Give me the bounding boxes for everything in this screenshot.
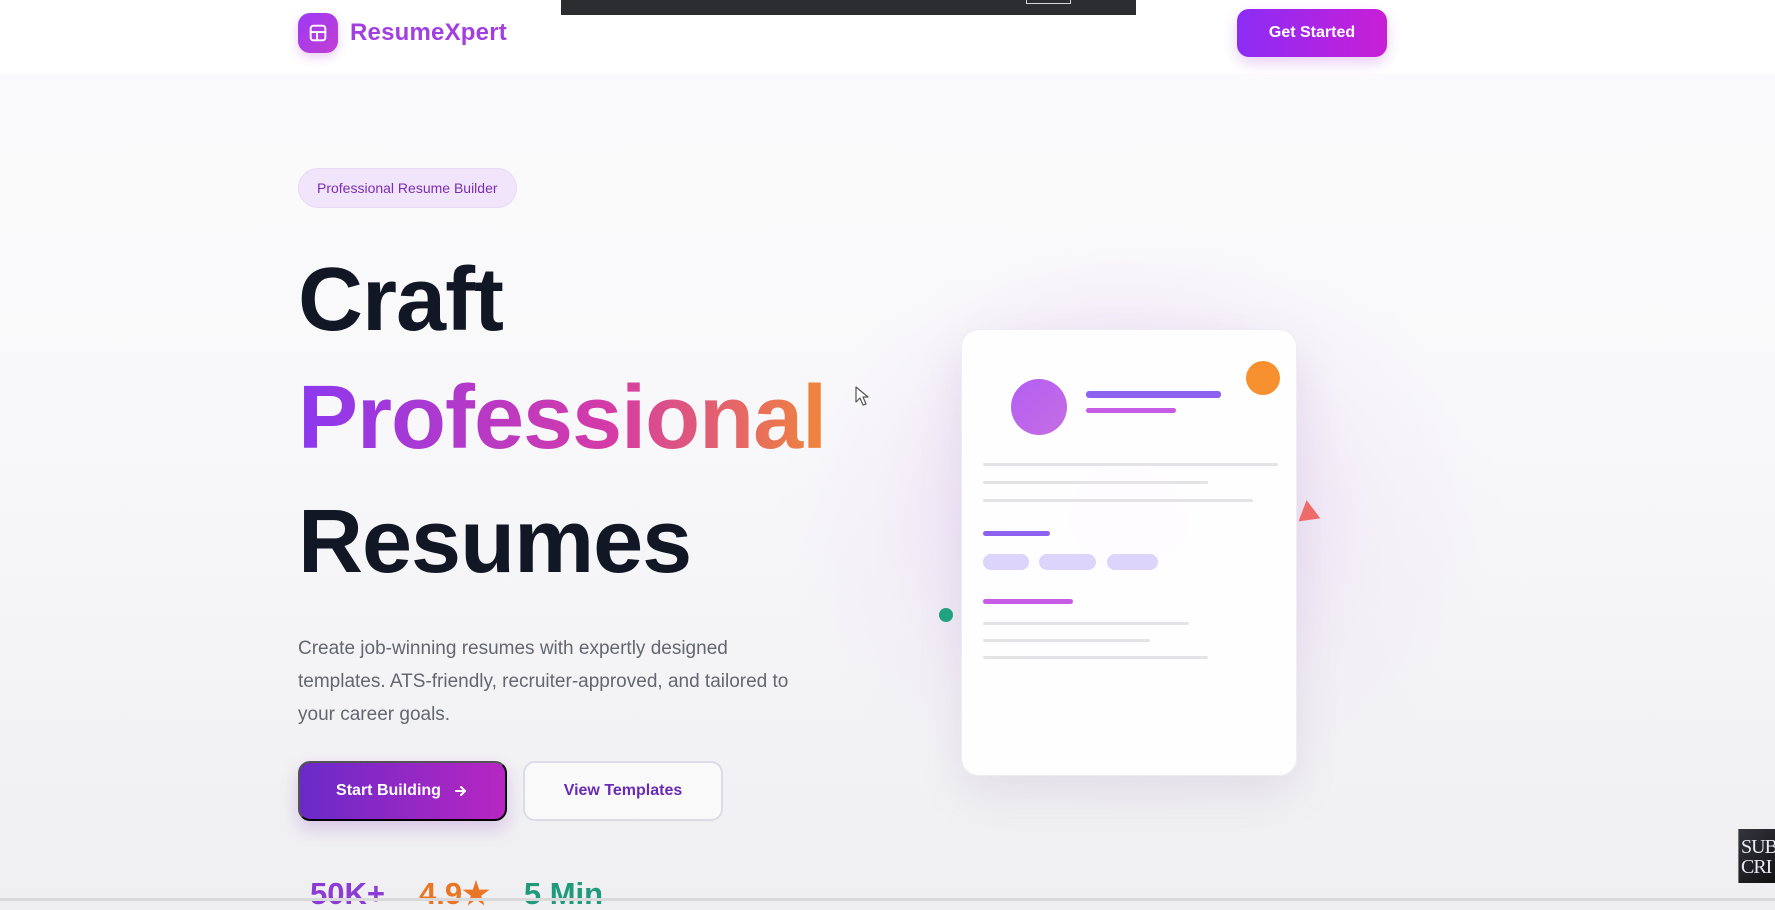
hero-description: Create job-winning resumes with expertly… — [298, 638, 789, 725]
brand-name: ResumeXpert — [350, 19, 507, 46]
headline-line-3: Resumes — [298, 492, 692, 592]
resume-title-line — [1086, 408, 1176, 413]
brand-logo[interactable]: ResumeXpert — [298, 13, 507, 53]
view-templates-button[interactable]: View Templates — [523, 761, 723, 821]
resume-section-heading — [983, 599, 1073, 604]
subscribe-badge-text: SUB CRI — [1741, 836, 1775, 878]
resume-text-line — [983, 481, 1208, 484]
resume-name-line — [1086, 391, 1221, 398]
resume-skill-chip — [1107, 554, 1158, 570]
headline-line-2: Professional — [298, 368, 827, 468]
resume-text-line — [983, 656, 1208, 659]
subscribe-overlay-badge[interactable]: SUB CRI — [1738, 829, 1775, 883]
arrow-right-icon — [454, 786, 466, 796]
decorative-red-triangle — [1295, 498, 1321, 522]
resume-text-line — [983, 463, 1278, 466]
bottom-divider — [0, 898, 1775, 901]
stat-time: 5 Min — [523, 876, 604, 910]
resume-text-line — [983, 639, 1150, 642]
overlay-strip-tab — [1026, 0, 1071, 4]
resume-section-heading — [983, 531, 1050, 536]
stat-rating: 4.9★ — [418, 876, 490, 910]
resume-text-line — [983, 499, 1253, 502]
resume-mockup-card — [961, 329, 1297, 776]
resume-avatar — [1011, 379, 1067, 435]
get-started-button[interactable]: Get Started — [1237, 9, 1387, 57]
resume-skill-chip — [1039, 554, 1096, 570]
resume-skill-chip — [983, 554, 1029, 570]
resume-text-line — [983, 622, 1189, 625]
decorative-teal-dot — [939, 608, 953, 622]
top-overlay-strip — [561, 0, 1136, 15]
mouse-pointer-icon — [855, 386, 869, 406]
hero-stats: 50K+ 4.9★ 5 Min — [310, 878, 603, 909]
document-layout-icon — [298, 13, 338, 53]
stat-users: 50K+ — [310, 876, 385, 910]
hero-badge: Professional Resume Builder — [298, 168, 517, 208]
decorative-orange-dot — [1246, 361, 1280, 395]
headline-line-1: Craft — [298, 250, 504, 350]
start-building-button[interactable]: Start Building — [298, 761, 507, 821]
start-building-label: Start Building — [336, 782, 441, 799]
landing-page: ResumeXpert Get Started Professional Res… — [0, 0, 1775, 910]
